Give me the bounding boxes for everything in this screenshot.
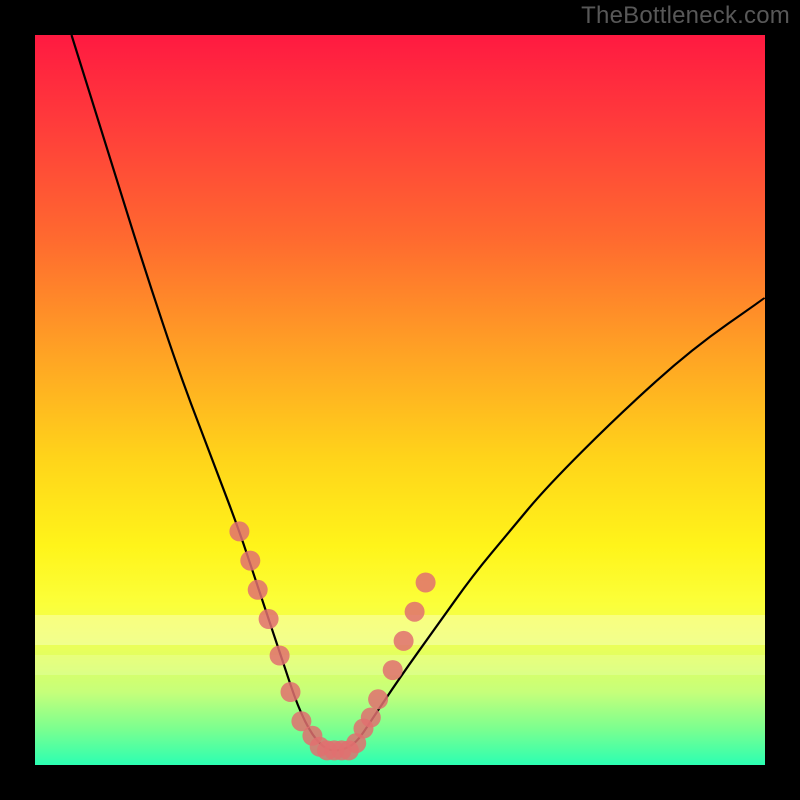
marker-dot [270, 646, 290, 666]
marker-dot [416, 573, 436, 593]
marker-dot [240, 551, 260, 571]
curve-layer [35, 35, 765, 765]
marker-dot [361, 708, 381, 728]
marker-dot [405, 602, 425, 622]
watermark-text: TheBottleneck.com [581, 2, 790, 30]
marker-dot [394, 631, 414, 651]
marker-dot [281, 682, 301, 702]
marker-group [229, 521, 435, 760]
marker-dot [383, 660, 403, 680]
marker-dot [248, 580, 268, 600]
bottleneck-curve [72, 35, 766, 750]
plot-area [35, 35, 765, 765]
marker-dot [229, 521, 249, 541]
marker-dot [259, 609, 279, 629]
chart-frame: TheBottleneck.com [0, 0, 800, 800]
marker-dot [368, 689, 388, 709]
